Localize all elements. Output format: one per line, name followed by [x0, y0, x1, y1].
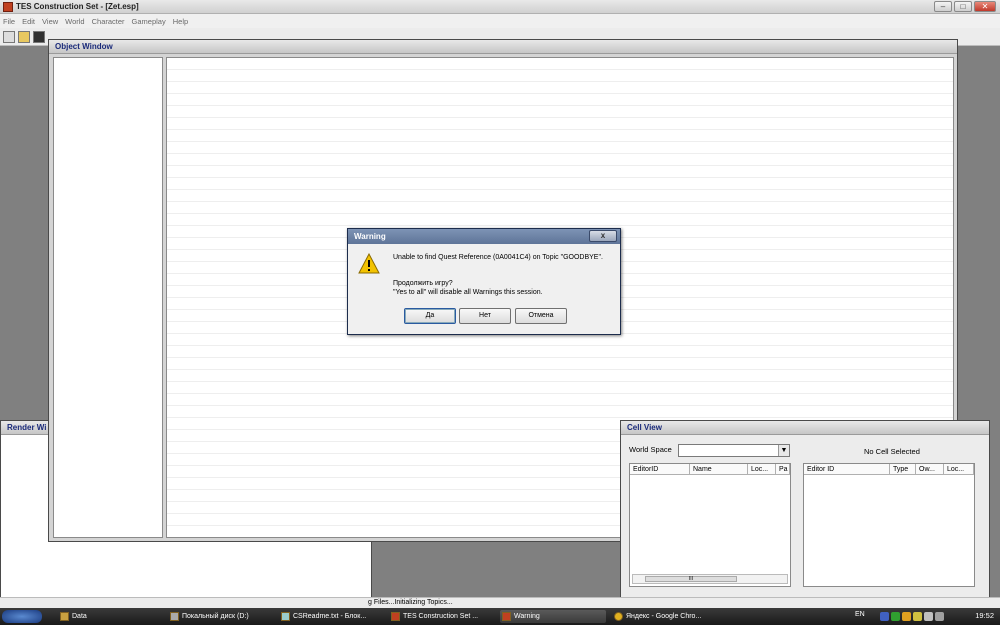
warning-dialog: Warning x Unable to find Quest Reference…: [347, 228, 621, 335]
menu-world[interactable]: World: [65, 17, 84, 26]
column-name[interactable]: Name: [690, 464, 748, 474]
dialog-title: Warning: [354, 232, 386, 241]
app-title-bar: TES Construction Set - [Zet.esp] – □ ✕: [0, 0, 1000, 14]
scrollbar-thumb[interactable]: III: [645, 576, 737, 582]
chevron-down-icon[interactable]: ▼: [778, 445, 789, 456]
open-folder-icon[interactable]: [18, 31, 30, 43]
notepad-icon: [281, 612, 290, 621]
task-label: CSReadme.txt - Блок...: [293, 613, 367, 620]
task-label: Warning: [514, 613, 540, 620]
task-notepad[interactable]: CSReadme.txt - Блок...: [279, 610, 385, 623]
disk-icon: [170, 612, 179, 621]
reference-list[interactable]: Editor ID Type Ow... Loc...: [803, 463, 975, 587]
dialog-question: Продолжить игру?: [393, 280, 453, 287]
taskbar: Data Покальный диск (D:) CSReadme.txt - …: [0, 608, 1000, 625]
app-logo-icon: [3, 2, 13, 12]
tray-icon[interactable]: [913, 612, 922, 621]
menu-bar: File Edit View World Character Gameplay …: [0, 14, 1000, 28]
column-editorid[interactable]: EditorID: [630, 464, 690, 474]
dialog-title-bar: Warning x: [348, 229, 620, 244]
language-indicator[interactable]: EN: [855, 611, 865, 618]
cancel-button[interactable]: Отмена: [515, 308, 567, 324]
task-label: TES Construction Set ...: [403, 613, 479, 620]
volume-icon[interactable]: [924, 612, 933, 621]
yes-button[interactable]: Да: [404, 308, 456, 324]
column-editor-id[interactable]: Editor ID: [804, 464, 890, 474]
horizontal-scrollbar[interactable]: III: [632, 574, 788, 584]
task-data[interactable]: Data: [58, 610, 162, 623]
system-tray: EN 19:52: [850, 608, 1000, 625]
column-type[interactable]: Type: [890, 464, 916, 474]
start-button[interactable]: [2, 610, 42, 623]
task-chrome[interactable]: Яндекс - Google Chro...: [612, 610, 720, 623]
cell-list[interactable]: EditorID Name Loc... Pa III: [629, 463, 791, 587]
object-tree[interactable]: [53, 57, 163, 538]
network-icon[interactable]: [935, 612, 944, 621]
object-window-title: Object Window: [49, 40, 957, 54]
save-icon[interactable]: [33, 31, 45, 43]
warning-icon: [358, 253, 380, 274]
app-icon: [391, 612, 400, 621]
task-warning[interactable]: Warning: [500, 610, 606, 623]
tray-icon[interactable]: [891, 612, 900, 621]
menu-edit[interactable]: Edit: [22, 17, 35, 26]
task-construction-set[interactable]: TES Construction Set ...: [389, 610, 495, 623]
maximize-button[interactable]: □: [954, 1, 972, 12]
menu-character[interactable]: Character: [92, 17, 125, 26]
no-cell-selected-label: No Cell Selected: [864, 447, 920, 456]
app-title: TES Construction Set - [Zet.esp]: [16, 2, 139, 11]
task-label: Покальный диск (D:): [182, 613, 249, 620]
world-space-label: World Space: [629, 445, 672, 454]
status-bar: g Files...Initializing Topics...: [0, 597, 1000, 608]
dialog-body: Unable to find Quest Reference (0A0041C4…: [350, 246, 618, 332]
menu-file[interactable]: File: [3, 17, 15, 26]
menu-gameplay[interactable]: Gameplay: [132, 17, 166, 26]
column-owner[interactable]: Ow...: [916, 464, 944, 474]
dialog-note: "Yes to all" will disable all Warnings t…: [393, 289, 543, 296]
app-icon: [502, 612, 511, 621]
menu-view[interactable]: View: [42, 17, 58, 26]
dialog-message: Unable to find Quest Reference (0A0041C4…: [393, 254, 603, 261]
close-button[interactable]: ✕: [974, 1, 996, 12]
column-location[interactable]: Loc...: [748, 464, 776, 474]
column-loc[interactable]: Loc...: [944, 464, 974, 474]
folder-icon: [60, 612, 69, 621]
menu-help[interactable]: Help: [173, 17, 188, 26]
tray-icon[interactable]: [902, 612, 911, 621]
clock: 19:52: [975, 611, 994, 620]
new-file-icon[interactable]: [3, 31, 15, 43]
world-space-select[interactable]: ▼: [678, 444, 790, 457]
column-parent[interactable]: Pa: [776, 464, 790, 474]
task-label: Яндекс - Google Chro...: [626, 613, 702, 620]
task-label: Data: [72, 613, 87, 620]
task-local-disk[interactable]: Покальный диск (D:): [168, 610, 274, 623]
dialog-close-button[interactable]: x: [589, 230, 617, 242]
no-button[interactable]: Нет: [459, 308, 511, 324]
chrome-icon: [614, 612, 623, 621]
cell-view-title: Cell View: [621, 421, 989, 435]
status-text: g Files...Initializing Topics...: [368, 599, 453, 606]
tray-icon[interactable]: [880, 612, 889, 621]
cell-view-window: Cell View World Space ▼ No Cell Selected…: [620, 420, 990, 603]
minimize-button[interactable]: –: [934, 1, 952, 12]
